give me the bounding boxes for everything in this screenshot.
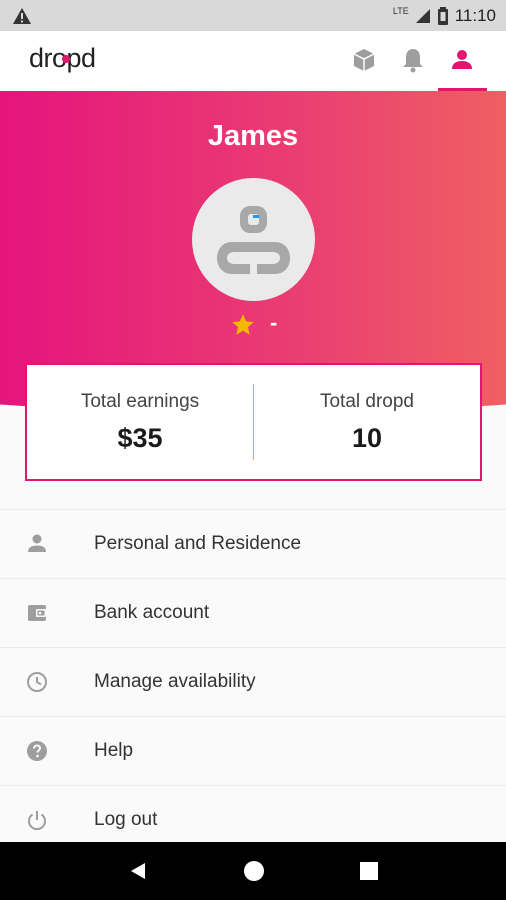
network-type: LTE bbox=[392, 5, 409, 16]
home-icon[interactable] bbox=[243, 860, 265, 882]
bell-icon[interactable] bbox=[398, 45, 428, 75]
status-right: LTE 11:10 bbox=[393, 6, 496, 26]
status-time: 11:10 bbox=[454, 5, 496, 25]
earnings-value: $35 bbox=[117, 422, 163, 453]
star-icon bbox=[232, 314, 254, 335]
menu-item-personal[interactable]: Personal and Residence bbox=[0, 509, 506, 578]
clock-icon bbox=[27, 672, 47, 692]
signal-icon bbox=[415, 8, 430, 23]
back-icon[interactable] bbox=[127, 860, 149, 882]
logo-dot bbox=[62, 55, 70, 63]
battery-icon bbox=[437, 6, 448, 25]
avatar-placeholder-icon bbox=[217, 206, 290, 274]
dropd-value: 10 bbox=[351, 422, 383, 453]
menu-item-availability[interactable]: Manage availability bbox=[0, 647, 506, 716]
earnings-label: Total earnings bbox=[80, 390, 200, 412]
menu-label-availability: Manage availability bbox=[94, 671, 256, 692]
wallet-icon bbox=[28, 605, 46, 621]
android-nav-bar bbox=[0, 842, 506, 900]
dropd-label: Total dropd bbox=[319, 390, 414, 412]
menu-label-personal: Personal and Residence bbox=[94, 533, 302, 554]
menu-item-bank[interactable]: Bank account bbox=[0, 578, 506, 647]
dropd-stat: Total dropd 10 bbox=[254, 391, 480, 454]
user-icon[interactable] bbox=[447, 45, 477, 75]
menu-label-logout: Log out bbox=[94, 809, 158, 830]
active-tab-indicator bbox=[438, 88, 487, 91]
status-bar: LTE 11:10 bbox=[0, 0, 506, 31]
rating: - bbox=[230, 310, 278, 338]
menu-item-help[interactable]: Help bbox=[0, 716, 506, 785]
app-bar: dropd bbox=[0, 31, 506, 91]
profile-name: James bbox=[207, 120, 299, 152]
avatar[interactable] bbox=[192, 178, 315, 301]
rating-value: - bbox=[270, 310, 278, 335]
menu-label-bank: Bank account bbox=[94, 602, 210, 623]
earnings-stat: Total earnings $35 bbox=[27, 391, 253, 454]
profile-menu: Personal and Residence Bank account Mana… bbox=[0, 509, 506, 854]
help-icon bbox=[27, 741, 47, 761]
power-icon bbox=[28, 811, 46, 831]
box-icon[interactable] bbox=[349, 45, 379, 75]
menu-label-help: Help bbox=[94, 740, 134, 761]
warning-icon bbox=[13, 7, 31, 24]
person-icon bbox=[28, 534, 46, 552]
stats-card: Total earnings $35 Total dropd 10 bbox=[25, 363, 482, 481]
recents-icon[interactable] bbox=[359, 861, 379, 881]
